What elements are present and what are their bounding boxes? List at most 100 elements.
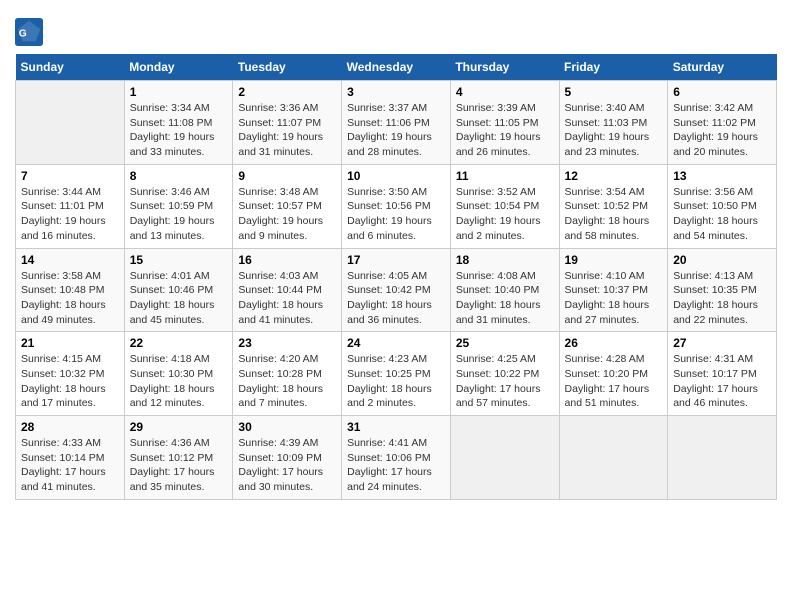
- day-info: Sunrise: 4:28 AM Sunset: 10:20 PM Daylig…: [565, 352, 663, 411]
- day-number: 23: [238, 336, 336, 350]
- calendar-week-row: 1 Sunrise: 3:34 AM Sunset: 11:08 PM Dayli…: [16, 81, 777, 165]
- day-number: 6: [673, 85, 771, 99]
- calendar-cell: 18 Sunrise: 4:08 AM Sunset: 10:40 PM Dayl…: [450, 248, 559, 332]
- day-info: Sunrise: 4:33 AM Sunset: 10:14 PM Daylig…: [21, 436, 119, 495]
- calendar-cell: 27 Sunrise: 4:31 AM Sunset: 10:17 PM Dayl…: [668, 332, 777, 416]
- day-info: Sunrise: 3:40 AM Sunset: 11:03 PM Daylig…: [565, 101, 663, 160]
- calendar-cell: 26 Sunrise: 4:28 AM Sunset: 10:20 PM Dayl…: [559, 332, 668, 416]
- calendar-cell: 6 Sunrise: 3:42 AM Sunset: 11:02 PM Dayli…: [668, 81, 777, 165]
- calendar-week-row: 28 Sunrise: 4:33 AM Sunset: 10:14 PM Dayl…: [16, 416, 777, 500]
- calendar-cell: 16 Sunrise: 4:03 AM Sunset: 10:44 PM Dayl…: [233, 248, 342, 332]
- day-number: 26: [565, 336, 663, 350]
- logo: G: [15, 18, 45, 46]
- day-info: Sunrise: 4:10 AM Sunset: 10:37 PM Daylig…: [565, 269, 663, 328]
- calendar-cell: 3 Sunrise: 3:37 AM Sunset: 11:06 PM Dayli…: [342, 81, 451, 165]
- day-number: 28: [21, 420, 119, 434]
- calendar-cell: 8 Sunrise: 3:46 AM Sunset: 10:59 PM Dayli…: [124, 164, 233, 248]
- day-number: 13: [673, 169, 771, 183]
- day-info: Sunrise: 3:37 AM Sunset: 11:06 PM Daylig…: [347, 101, 445, 160]
- day-number: 11: [456, 169, 554, 183]
- calendar-table: SundayMondayTuesdayWednesdayThursdayFrid…: [15, 54, 777, 500]
- day-info: Sunrise: 3:48 AM Sunset: 10:57 PM Daylig…: [238, 185, 336, 244]
- day-number: 5: [565, 85, 663, 99]
- logo-icon: G: [15, 18, 43, 46]
- weekday-header: Monday: [124, 54, 233, 81]
- day-number: 3: [347, 85, 445, 99]
- calendar-cell: 21Sunrise: 4:15 AM Sunset: 10:32 PM Dayl…: [16, 332, 125, 416]
- day-number: 10: [347, 169, 445, 183]
- day-info: Sunrise: 3:52 AM Sunset: 10:54 PM Daylig…: [456, 185, 554, 244]
- day-number: 17: [347, 253, 445, 267]
- day-info: Sunrise: 3:42 AM Sunset: 11:02 PM Daylig…: [673, 101, 771, 160]
- day-info: Sunrise: 4:39 AM Sunset: 10:09 PM Daylig…: [238, 436, 336, 495]
- calendar-header: SundayMondayTuesdayWednesdayThursdayFrid…: [16, 54, 777, 81]
- day-info: Sunrise: 4:25 AM Sunset: 10:22 PM Daylig…: [456, 352, 554, 411]
- day-number: 22: [130, 336, 228, 350]
- calendar-cell: 7Sunrise: 3:44 AM Sunset: 11:01 PM Dayli…: [16, 164, 125, 248]
- calendar-week-row: 21Sunrise: 4:15 AM Sunset: 10:32 PM Dayl…: [16, 332, 777, 416]
- calendar-cell: [450, 416, 559, 500]
- calendar-cell: 25Sunrise: 4:25 AM Sunset: 10:22 PM Dayl…: [450, 332, 559, 416]
- calendar-cell: 24 Sunrise: 4:23 AM Sunset: 10:25 PM Dayl…: [342, 332, 451, 416]
- header: G: [15, 10, 777, 46]
- day-info: Sunrise: 3:54 AM Sunset: 10:52 PM Daylig…: [565, 185, 663, 244]
- day-info: Sunrise: 3:46 AM Sunset: 10:59 PM Daylig…: [130, 185, 228, 244]
- day-number: 18: [456, 253, 554, 267]
- day-number: 24: [347, 336, 445, 350]
- day-number: 8: [130, 169, 228, 183]
- day-info: Sunrise: 3:44 AM Sunset: 11:01 PM Daylig…: [21, 185, 119, 244]
- day-number: 2: [238, 85, 336, 99]
- day-info: Sunrise: 4:23 AM Sunset: 10:25 PM Daylig…: [347, 352, 445, 411]
- day-info: Sunrise: 3:58 AM Sunset: 10:48 PM Daylig…: [21, 269, 119, 328]
- weekday-header: Friday: [559, 54, 668, 81]
- calendar-cell: 22 Sunrise: 4:18 AM Sunset: 10:30 PM Dayl…: [124, 332, 233, 416]
- calendar-cell: 10 Sunrise: 3:50 AM Sunset: 10:56 PM Dayl…: [342, 164, 451, 248]
- calendar-cell: 23Sunrise: 4:20 AM Sunset: 10:28 PM Dayl…: [233, 332, 342, 416]
- calendar-cell: 31Sunrise: 4:41 AM Sunset: 10:06 PM Dayl…: [342, 416, 451, 500]
- calendar-cell: [668, 416, 777, 500]
- calendar-cell: 17 Sunrise: 4:05 AM Sunset: 10:42 PM Dayl…: [342, 248, 451, 332]
- weekday-row: SundayMondayTuesdayWednesdayThursdayFrid…: [16, 54, 777, 81]
- calendar-cell: 2 Sunrise: 3:36 AM Sunset: 11:07 PM Dayli…: [233, 81, 342, 165]
- calendar-cell: 20Sunrise: 4:13 AM Sunset: 10:35 PM Dayl…: [668, 248, 777, 332]
- weekday-header: Thursday: [450, 54, 559, 81]
- calendar-cell: 28 Sunrise: 4:33 AM Sunset: 10:14 PM Dayl…: [16, 416, 125, 500]
- day-number: 1: [130, 85, 228, 99]
- day-number: 9: [238, 169, 336, 183]
- calendar-cell: 12 Sunrise: 3:54 AM Sunset: 10:52 PM Dayl…: [559, 164, 668, 248]
- calendar-cell: [16, 81, 125, 165]
- weekday-header: Saturday: [668, 54, 777, 81]
- calendar-cell: 30 Sunrise: 4:39 AM Sunset: 10:09 PM Dayl…: [233, 416, 342, 500]
- day-info: Sunrise: 3:50 AM Sunset: 10:56 PM Daylig…: [347, 185, 445, 244]
- day-number: 27: [673, 336, 771, 350]
- day-number: 30: [238, 420, 336, 434]
- calendar-cell: 5 Sunrise: 3:40 AM Sunset: 11:03 PM Dayli…: [559, 81, 668, 165]
- weekday-header: Tuesday: [233, 54, 342, 81]
- day-number: 12: [565, 169, 663, 183]
- calendar-cell: [559, 416, 668, 500]
- day-number: 4: [456, 85, 554, 99]
- svg-text:G: G: [19, 29, 27, 40]
- day-info: Sunrise: 4:31 AM Sunset: 10:17 PM Daylig…: [673, 352, 771, 411]
- day-info: Sunrise: 3:39 AM Sunset: 11:05 PM Daylig…: [456, 101, 554, 160]
- weekday-header: Sunday: [16, 54, 125, 81]
- day-info: Sunrise: 4:08 AM Sunset: 10:40 PM Daylig…: [456, 269, 554, 328]
- day-number: 14: [21, 253, 119, 267]
- calendar-cell: 15Sunrise: 4:01 AM Sunset: 10:46 PM Dayl…: [124, 248, 233, 332]
- day-info: Sunrise: 3:56 AM Sunset: 10:50 PM Daylig…: [673, 185, 771, 244]
- day-info: Sunrise: 4:03 AM Sunset: 10:44 PM Daylig…: [238, 269, 336, 328]
- calendar-cell: 29Sunrise: 4:36 AM Sunset: 10:12 PM Dayl…: [124, 416, 233, 500]
- weekday-header: Wednesday: [342, 54, 451, 81]
- day-info: Sunrise: 3:36 AM Sunset: 11:07 PM Daylig…: [238, 101, 336, 160]
- calendar-week-row: 7Sunrise: 3:44 AM Sunset: 11:01 PM Dayli…: [16, 164, 777, 248]
- day-info: Sunrise: 4:01 AM Sunset: 10:46 PM Daylig…: [130, 269, 228, 328]
- day-info: Sunrise: 4:05 AM Sunset: 10:42 PM Daylig…: [347, 269, 445, 328]
- day-number: 19: [565, 253, 663, 267]
- day-number: 16: [238, 253, 336, 267]
- day-info: Sunrise: 4:13 AM Sunset: 10:35 PM Daylig…: [673, 269, 771, 328]
- calendar-cell: 14 Sunrise: 3:58 AM Sunset: 10:48 PM Dayl…: [16, 248, 125, 332]
- day-info: Sunrise: 3:34 AM Sunset: 11:08 PM Daylig…: [130, 101, 228, 160]
- calendar-cell: 19 Sunrise: 4:10 AM Sunset: 10:37 PM Dayl…: [559, 248, 668, 332]
- calendar-body: 1 Sunrise: 3:34 AM Sunset: 11:08 PM Dayli…: [16, 81, 777, 500]
- day-info: Sunrise: 4:18 AM Sunset: 10:30 PM Daylig…: [130, 352, 228, 411]
